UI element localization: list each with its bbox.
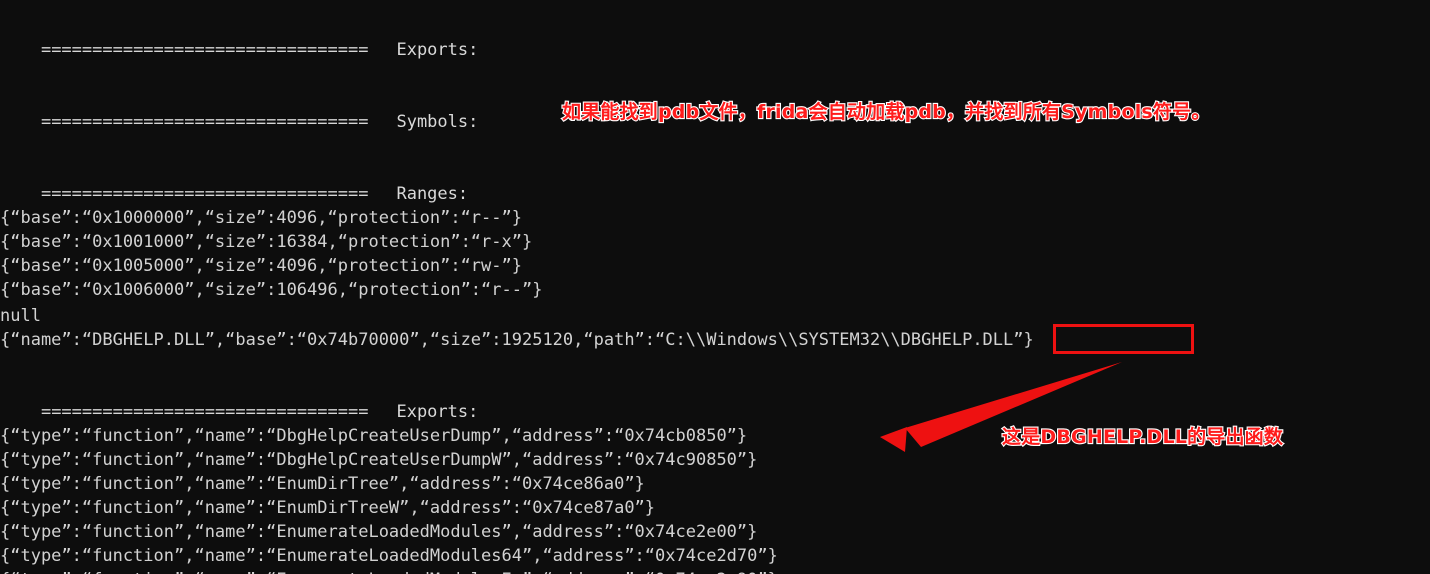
range-entry: {“base”:“0x1006000”,“size”:106496,“prote… — [0, 280, 543, 300]
annotation-exports-note: 这是DBGHELP.DLL的导出函数 — [1001, 425, 1284, 449]
annotation-symbols-note: 如果能找到pdb文件，frida会自动加载pdb，并找到所有Symbols符号。 — [561, 100, 1212, 124]
range-entry: {“base”:“0x1000000”,“size”:4096,“protect… — [0, 208, 522, 228]
export-entry: {“type”:“function”,“name”:“EnumDirTreeW”… — [0, 498, 656, 518]
null-output: null — [0, 306, 41, 326]
terminal-output: ================================ Exports:… — [0, 0, 1430, 574]
section-label: Exports: — [396, 402, 479, 422]
range-entry: {“base”:“0x1001000”,“size”:16384,“protec… — [0, 232, 533, 252]
module-entry-prefix: {“name”:“DBGHELP.DLL”,“base”:“0x74b70000… — [0, 330, 901, 350]
separator-bar: ================================ — [40, 184, 369, 204]
export-entry: {“type”:“function”,“name”:“EnumDirTree”,… — [0, 474, 645, 494]
section-label: Exports: — [396, 40, 479, 60]
module-entry-suffix: ”} — [1013, 330, 1034, 350]
range-entry: {“base”:“0x1005000”,“size”:4096,“protect… — [0, 256, 522, 276]
export-entry: {“type”:“function”,“name”:“EnumerateLoad… — [0, 522, 758, 542]
separator-bar: ================================ — [40, 112, 369, 132]
module-entry-highlighted-filename: DBGHELP.DLL — [900, 330, 1014, 350]
dbghelp-dll-highlight-box — [1053, 324, 1194, 354]
export-entry: {“type”:“function”,“name”:“EnumerateLoad… — [0, 546, 778, 566]
export-entry: {“type”:“function”,“name”:“DbgHelpCreate… — [0, 426, 748, 446]
separator-bar: ================================ — [40, 40, 369, 60]
section-label: Ranges: — [396, 184, 469, 204]
export-entry: {“type”:“function”,“name”:“EnumerateLoad… — [0, 568, 778, 574]
section-label: Symbols: — [396, 112, 479, 132]
section-header-exports-1: ================================ Exports: — [0, 14, 1430, 86]
separator-bar: ================================ — [40, 402, 369, 422]
module-entry: {“name”:“DBGHELP.DLL”,“base”:“0x74b70000… — [0, 328, 1034, 352]
export-entry: {“type”:“function”,“name”:“DbgHelpCreate… — [0, 450, 758, 470]
